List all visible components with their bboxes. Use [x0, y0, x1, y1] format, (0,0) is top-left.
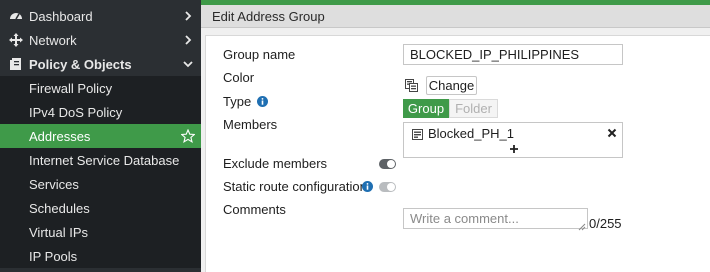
- exclude-members-label: Exclude members: [223, 156, 328, 171]
- page-title: Edit Address Group: [212, 9, 325, 24]
- type-label: Type: [223, 94, 252, 109]
- sidebar-item-policy-objects[interactable]: Policy & Objects: [0, 52, 201, 76]
- dashboard-icon: [9, 9, 23, 23]
- comments-label: Comments: [223, 202, 286, 217]
- info-icon: [257, 95, 268, 107]
- chevron-right-icon: [183, 10, 193, 22]
- sidebar-item-services[interactable]: Services: [0, 172, 201, 196]
- sidebar-item-virtual-ips[interactable]: Virtual IPs: [0, 220, 201, 244]
- info-icon: [362, 180, 373, 192]
- change-color-button[interactable]: Change: [426, 76, 477, 95]
- sidebar-item-label: Addresses: [29, 128, 91, 144]
- sidebar-item-ip-pools[interactable]: IP Pools: [0, 244, 201, 268]
- color-swatch-icon: [405, 79, 418, 92]
- member-label: Blocked_PH_1: [428, 126, 514, 141]
- sidebar-item-ipv4-dos-policy[interactable]: IPv4 DoS Policy: [0, 100, 201, 124]
- sidebar-item-label: Internet Service Database: [29, 152, 180, 168]
- sidebar-item-label: IP Pools: [29, 248, 78, 264]
- group-name-input[interactable]: BLOCKED_IP_PHILIPPINES: [403, 44, 623, 65]
- members-field[interactable]: Blocked_PH_1: [403, 122, 623, 158]
- sidebar-item-label: Network: [29, 32, 77, 48]
- chevron-down-icon: [183, 58, 193, 70]
- close-icon[interactable]: [607, 126, 617, 138]
- color-label: Color: [223, 70, 255, 85]
- sidebar-item-addresses[interactable]: Addresses: [0, 124, 201, 148]
- type-folder-option[interactable]: Folder: [449, 99, 498, 118]
- static-route-label: Static route configuration: [223, 179, 367, 194]
- network-icon: [9, 33, 23, 47]
- sidebar-item-dashboard[interactable]: Dashboard: [0, 4, 201, 28]
- policy-objects-icon: [9, 57, 23, 71]
- member-item[interactable]: Blocked_PH_1: [412, 126, 514, 141]
- star-icon[interactable]: [180, 128, 196, 143]
- main-content: Group name BLOCKED_IP_PHILIPPINES Color …: [201, 28, 710, 272]
- resize-grip-icon[interactable]: [578, 219, 586, 231]
- chevron-right-icon: [183, 34, 193, 46]
- sidebar: Dashboard Network Policy & Objects Firew…: [0, 0, 201, 272]
- sidebar-item-label: Dashboard: [29, 8, 93, 24]
- static-route-toggle[interactable]: [379, 182, 396, 192]
- comments-input[interactable]: [403, 208, 588, 229]
- exclude-members-toggle[interactable]: [379, 159, 396, 169]
- group-name-label: Group name: [223, 47, 296, 62]
- sidebar-item-firewall-policy[interactable]: Firewall Policy: [0, 76, 201, 100]
- sidebar-item-network[interactable]: Network: [0, 28, 201, 52]
- edit-form-panel: Group name BLOCKED_IP_PHILIPPINES Color …: [205, 35, 710, 272]
- sidebar-item-label: Virtual IPs: [29, 224, 89, 240]
- comment-char-count: 0/255: [589, 216, 622, 231]
- members-label: Members: [223, 117, 278, 132]
- sidebar-item-internet-service-database[interactable]: Internet Service Database: [0, 148, 201, 172]
- sidebar-item-label: Schedules: [29, 200, 90, 216]
- address-icon: [412, 128, 423, 140]
- sidebar-item-label: Firewall Policy: [29, 80, 113, 96]
- type-group-option[interactable]: Group: [403, 99, 449, 118]
- sidebar-item-label: Policy & Objects: [29, 56, 132, 72]
- page-header: Edit Address Group: [201, 5, 710, 28]
- sidebar-item-label: IPv4 DoS Policy: [29, 104, 123, 120]
- plus-icon[interactable]: [509, 142, 519, 153]
- sidebar-item-label: Services: [29, 176, 79, 192]
- sidebar-item-schedules[interactable]: Schedules: [0, 196, 201, 220]
